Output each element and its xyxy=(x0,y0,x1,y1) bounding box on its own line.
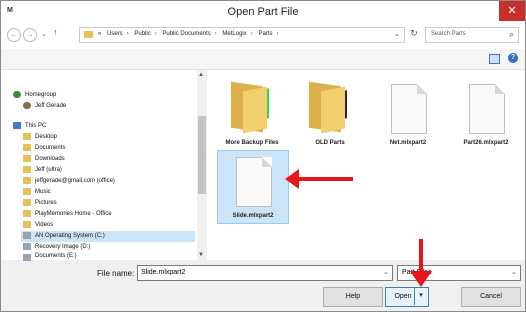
breadcrumb-public[interactable]: Public xyxy=(134,31,150,37)
address-bar[interactable]: « Users › Public › Public Documents › MetLo… xyxy=(79,27,405,43)
document-icon xyxy=(391,84,427,134)
view-options-icon[interactable] xyxy=(489,54,500,64)
recent-locations-dropdown[interactable]: ⌄ xyxy=(41,30,47,38)
refresh-button[interactable]: ↻ xyxy=(408,28,420,40)
search-placeholder: Search Parts xyxy=(431,31,466,37)
folder-icon xyxy=(23,188,31,195)
title-bar: M Open Part File ✕ xyxy=(1,1,525,23)
file-item-slide[interactable]: Slide.mlxpart2 xyxy=(217,150,289,224)
file-item-more-backup-files[interactable]: More Backup Files xyxy=(217,78,287,150)
close-button[interactable]: ✕ xyxy=(499,1,525,21)
help-button[interactable]: Help xyxy=(323,287,383,307)
window-title: Open Part File xyxy=(227,6,299,18)
open-part-file-dialog: M Open Part File ✕ ← → ⌄ ↑ « Users › Publ… xyxy=(0,0,526,312)
folder-icon xyxy=(23,133,31,140)
dialog-footer: File name: Slide.mlxpart2 ⌄ Part Files ⌄… xyxy=(1,261,525,311)
user-icon xyxy=(23,102,31,109)
folder-icon xyxy=(84,31,93,38)
breadcrumb: « Users › Public › Public Documents › MetLo… xyxy=(98,31,279,37)
toolbar: ? xyxy=(1,49,525,70)
document-icon xyxy=(469,84,505,134)
navigation-pane: Homegroup Jeff Gerade This PC Desktop Do… xyxy=(1,70,211,261)
drive-icon xyxy=(23,254,31,261)
breadcrumb-overflow[interactable]: « xyxy=(98,31,101,37)
folder-icon xyxy=(23,166,31,173)
search-input[interactable]: Search Parts ⌕ xyxy=(425,27,519,43)
file-item-part26[interactable]: Part26.mlxpart2 xyxy=(451,78,521,150)
folder-icon xyxy=(23,155,31,162)
drive-icon xyxy=(23,232,31,239)
chevron-down-icon: ⌄ xyxy=(511,269,517,276)
navigation-scrollbar[interactable]: ▲ ▼ xyxy=(197,70,207,260)
open-options-dropdown[interactable]: ▾ xyxy=(414,287,427,305)
drive-icon xyxy=(23,243,31,250)
file-name-input[interactable]: Slide.mlxpart2 ⌄ xyxy=(137,265,393,281)
chevron-down-icon[interactable]: ⌄ xyxy=(394,30,400,38)
cancel-button[interactable]: Cancel xyxy=(461,287,521,307)
folder-icon xyxy=(309,81,351,134)
back-button[interactable]: ← xyxy=(7,28,21,42)
document-icon xyxy=(236,157,272,207)
scroll-up-icon[interactable]: ▲ xyxy=(198,72,204,78)
breadcrumb-metlogix[interactable]: MetLogix xyxy=(222,31,246,37)
file-item-net[interactable]: Net.mlxpart2 xyxy=(373,78,443,150)
folder-icon xyxy=(23,177,31,184)
breadcrumb-public-documents[interactable]: Public Documents xyxy=(162,31,210,37)
file-item-old-parts[interactable]: OLD Parts xyxy=(295,78,365,150)
sidebar-item-drive-c[interactable]: AN Operating System (C:) xyxy=(21,231,195,242)
pc-icon xyxy=(13,122,21,129)
search-icon: ⌕ xyxy=(508,29,514,39)
navigation-bar: ← → ⌄ ↑ « Users › Public › Public Document… xyxy=(1,23,525,49)
chevron-down-icon[interactable]: ⌄ xyxy=(383,268,389,276)
folder-icon xyxy=(23,221,31,228)
annotation-arrow-left xyxy=(285,169,353,189)
file-name-label: File name: xyxy=(97,269,135,278)
up-button[interactable]: ↑ xyxy=(53,27,58,37)
breadcrumb-users[interactable]: Users xyxy=(107,31,123,37)
folder-icon xyxy=(23,199,31,206)
folder-icon xyxy=(23,144,31,151)
scroll-down-icon[interactable]: ▼ xyxy=(198,252,204,258)
help-icon[interactable]: ? xyxy=(508,53,518,63)
file-list: More Backup Files OLD Parts Net.mlxpart2… xyxy=(211,70,525,260)
annotation-arrow-down xyxy=(410,239,432,287)
folder-icon xyxy=(231,81,273,134)
forward-button[interactable]: → xyxy=(23,28,37,42)
scrollbar-thumb[interactable] xyxy=(198,116,206,194)
folder-icon xyxy=(23,210,31,217)
breadcrumb-parts[interactable]: Parts xyxy=(258,31,272,37)
homegroup-icon xyxy=(13,91,21,98)
